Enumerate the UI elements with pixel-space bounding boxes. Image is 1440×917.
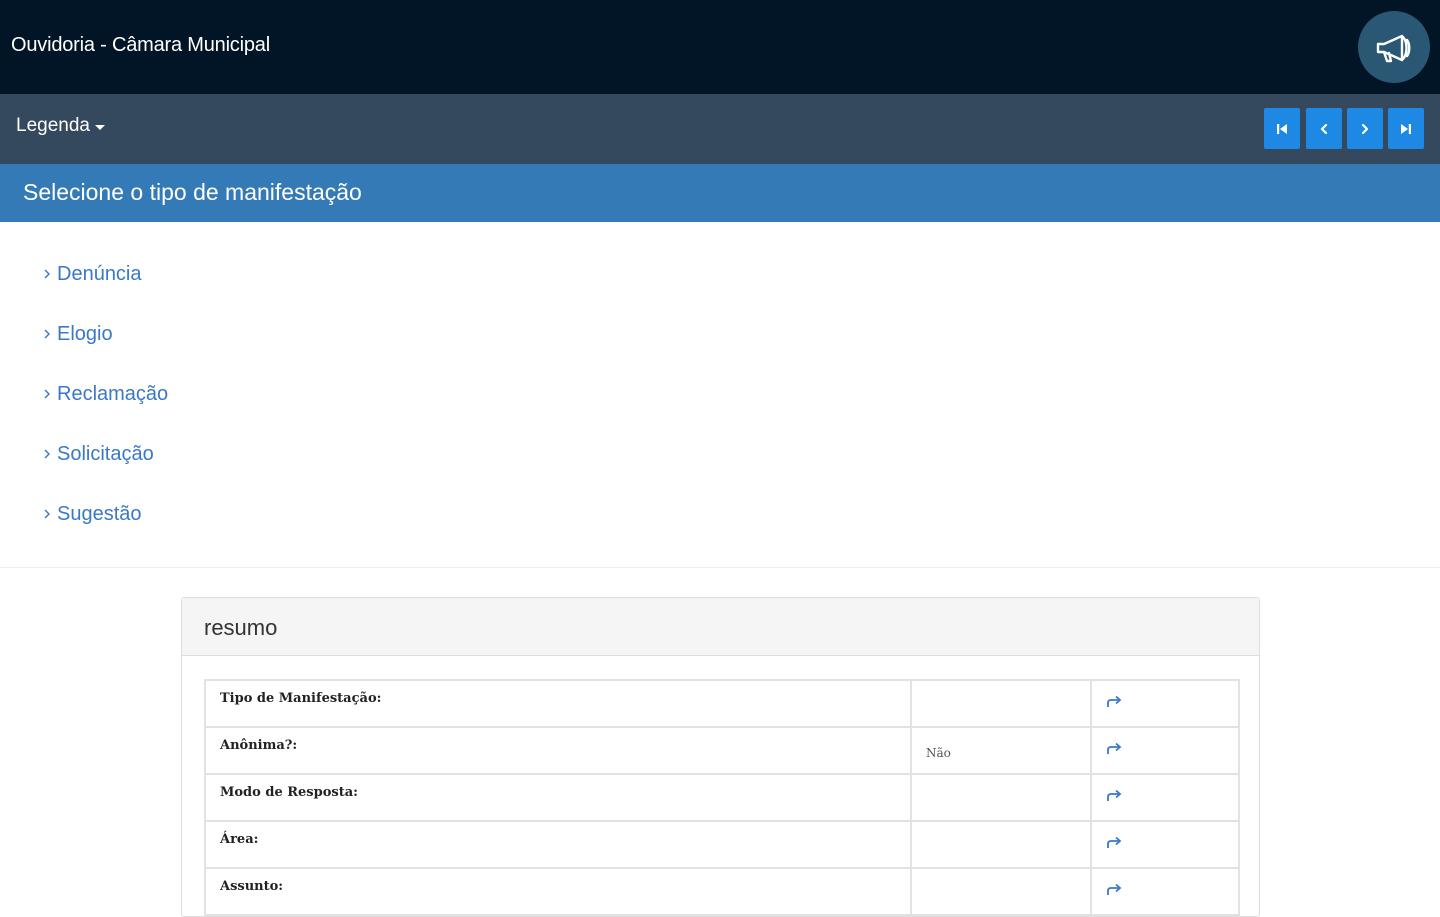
summary-value: [910, 867, 1092, 916]
table-row: Tipo de Manifestação:: [204, 679, 1240, 728]
summary-label: Assunto:: [204, 867, 912, 916]
chevron-right-icon: [44, 449, 50, 459]
summary-label: Anônima?:: [204, 726, 912, 775]
legend-label: Legenda: [16, 115, 90, 136]
type-item-label: Sugestão: [57, 502, 142, 525]
toolbar: Legenda: [0, 94, 1440, 164]
summary-value: [910, 820, 1092, 869]
section-header: Selecione o tipo de manifestação: [0, 164, 1440, 222]
next-page-button[interactable]: [1347, 108, 1383, 149]
type-item-label: Solicitação: [57, 442, 154, 465]
summary-heading: resumo: [182, 598, 1259, 656]
chevron-right-icon: [44, 389, 50, 399]
summary-value: Não: [910, 726, 1092, 775]
chevron-left-icon: [1320, 123, 1328, 134]
manifestation-type-list: Denúncia Elogio Reclamação Solicitação S…: [0, 222, 1440, 568]
table-row: Anônima?: Não: [204, 726, 1240, 775]
summary-value: [910, 773, 1092, 822]
app-header: Ouvidoria - Câmara Municipal: [0, 0, 1440, 94]
edit-response-mode-button[interactable]: [1090, 773, 1240, 822]
edit-type-button[interactable]: [1090, 679, 1240, 728]
type-item-elogio[interactable]: Elogio: [43, 319, 113, 349]
megaphone-icon: [1376, 34, 1411, 63]
last-page-button[interactable]: [1388, 108, 1424, 149]
previous-page-button[interactable]: [1306, 108, 1342, 149]
share-arrow-icon: [1107, 836, 1122, 848]
chevron-right-icon: [1361, 123, 1369, 134]
summary-title: resumo: [204, 615, 278, 640]
step-forward-icon: [1401, 123, 1411, 134]
caret-down-icon: [94, 124, 105, 130]
section-title: Selecione o tipo de manifestação: [23, 179, 362, 205]
share-arrow-icon: [1107, 742, 1122, 754]
summary-panel: resumo Tipo de Manifestação: Anônima?: N…: [181, 597, 1260, 917]
first-page-button[interactable]: [1264, 108, 1300, 149]
table-row: Modo de Resposta:: [204, 773, 1240, 822]
share-arrow-icon: [1107, 789, 1122, 801]
type-item-reclamacao[interactable]: Reclamação: [43, 379, 168, 409]
type-item-sugestao[interactable]: Sugestão: [43, 499, 142, 529]
summary-table: Tipo de Manifestação: Anônima?: Não Modo…: [204, 679, 1240, 916]
megaphone-button[interactable]: [1358, 11, 1430, 83]
edit-area-button[interactable]: [1090, 820, 1240, 869]
chevron-right-icon: [44, 269, 50, 279]
chevron-right-icon: [44, 509, 50, 519]
step-backward-icon: [1277, 123, 1287, 134]
legend-dropdown[interactable]: Legenda: [16, 112, 105, 140]
edit-subject-button[interactable]: [1090, 867, 1240, 916]
share-arrow-icon: [1107, 883, 1122, 895]
type-item-label: Reclamação: [57, 382, 169, 405]
chevron-right-icon: [44, 329, 50, 339]
summary-label: Área:: [204, 820, 912, 869]
table-row: Assunto:: [204, 867, 1240, 916]
type-item-denuncia[interactable]: Denúncia: [43, 259, 142, 289]
type-item-label: Denúncia: [57, 262, 142, 285]
summary-label: Tipo de Manifestação:: [204, 679, 912, 728]
edit-anonymous-button[interactable]: [1090, 726, 1240, 775]
share-arrow-icon: [1107, 695, 1122, 707]
type-item-label: Elogio: [57, 322, 113, 345]
app-title: Ouvidoria - Câmara Municipal: [11, 34, 270, 56]
summary-label: Modo de Resposta:: [204, 773, 912, 822]
table-row: Área:: [204, 820, 1240, 869]
type-item-solicitacao[interactable]: Solicitação: [43, 439, 154, 469]
summary-value: [910, 679, 1092, 728]
